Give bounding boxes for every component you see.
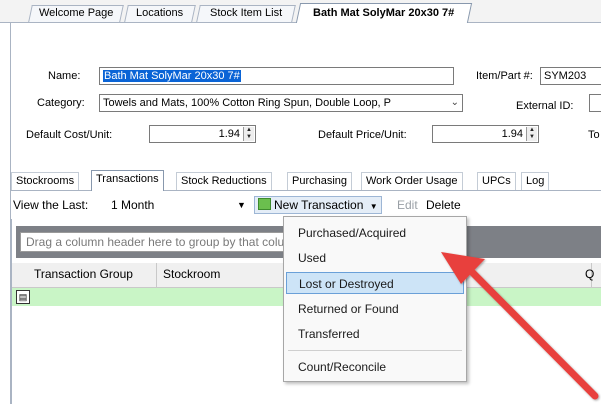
arrow-icon (441, 252, 599, 400)
annotation-arrow (441, 252, 599, 400)
